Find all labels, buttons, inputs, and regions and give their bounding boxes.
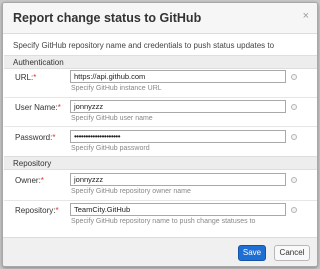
close-icon[interactable]: × (303, 11, 309, 22)
help-circle-icon[interactable] (291, 74, 297, 80)
help-circle-icon[interactable] (291, 104, 297, 110)
repository-label: Repository:* (15, 206, 59, 215)
user-name-label-text: User Name: (15, 103, 58, 112)
url-input[interactable]: https://api.github.com (70, 70, 286, 83)
section-authentication-label: Authentication (13, 58, 64, 67)
url-hint: Specify GitHub instance URL (71, 85, 162, 92)
password-input[interactable]: •••••••••••••••••••• (70, 130, 286, 143)
help-circle-icon[interactable] (291, 207, 297, 213)
dialog-titlebar: Report change status to GitHub × (3, 3, 317, 34)
owner-input[interactable]: jonnyzzz (70, 173, 286, 186)
user-name-input[interactable]: jonnyzzz (70, 100, 286, 113)
user-name-label: User Name:* (15, 103, 61, 112)
dialog-intro: Specify GitHub repository name and crede… (13, 41, 275, 50)
dialog-title: Report change status to GitHub (13, 11, 202, 25)
url-label-text: URL: (15, 73, 34, 82)
help-circle-icon[interactable] (291, 134, 297, 140)
repository-input[interactable]: TeamCity.GitHub (70, 203, 286, 216)
save-button[interactable]: Save (238, 245, 266, 261)
section-repository: Repository (4, 156, 317, 170)
section-authentication: Authentication (4, 55, 317, 69)
repository-required-mark: * (55, 206, 59, 215)
url-required-mark: * (33, 73, 37, 82)
divider (4, 200, 317, 201)
url-label: URL:* (15, 73, 36, 82)
user-name-hint: Specify GitHub user name (71, 115, 153, 122)
help-circle-icon[interactable] (291, 177, 297, 183)
section-repository-label: Repository (13, 159, 52, 168)
repository-label-text: Repository: (15, 206, 56, 215)
password-required-mark: * (52, 133, 56, 142)
divider (4, 97, 317, 98)
password-hint: Specify GitHub password (71, 145, 150, 152)
owner-required-mark: * (40, 176, 44, 185)
password-label-text: Password: (15, 133, 53, 142)
owner-hint: Specify GitHub repository owner name (71, 188, 191, 195)
dialog-footer (3, 237, 317, 266)
cancel-button[interactable]: Cancel (274, 245, 310, 261)
owner-label: Owner:* (15, 176, 44, 185)
password-label: Password:* (15, 133, 55, 142)
owner-label-text: Owner: (15, 176, 41, 185)
report-status-dialog: Report change status to GitHub × Specify… (2, 2, 318, 267)
user-name-required-mark: * (57, 103, 61, 112)
divider (4, 126, 317, 127)
repository-hint: Specify GitHub repository name to push c… (71, 218, 256, 225)
